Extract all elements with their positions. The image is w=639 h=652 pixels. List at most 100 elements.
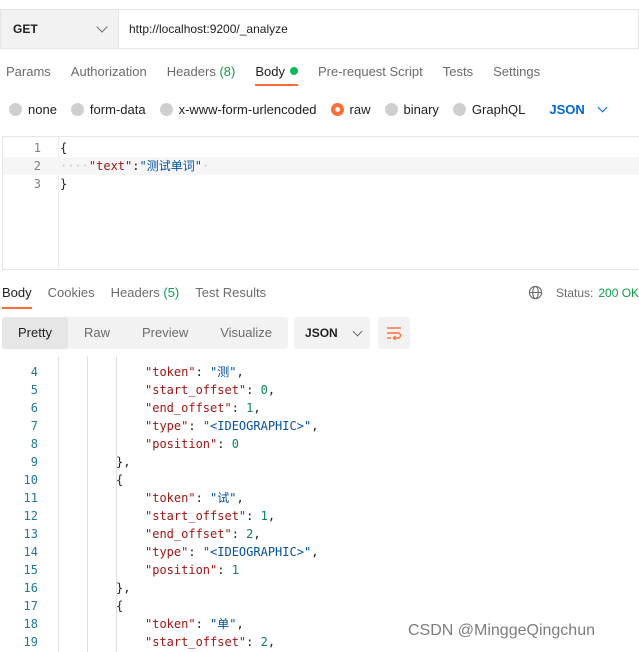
- json-comma: ,: [253, 527, 261, 541]
- json-key: "start_offset": [145, 509, 247, 523]
- response-format-select[interactable]: JSON: [294, 317, 371, 349]
- radio-circle: [330, 102, 344, 116]
- tab-headers[interactable]: Headers (8): [167, 62, 236, 86]
- chevron-down-icon: [597, 102, 608, 112]
- method-label: GET: [13, 22, 38, 36]
- radio-label: form-data: [89, 101, 146, 117]
- globe-icon[interactable]: [528, 285, 543, 300]
- response-line: 5 "start_offset": 0,: [0, 381, 639, 399]
- line-code: },: [116, 581, 131, 595]
- json-value: "<IDEOGRAPHIC>": [202, 545, 312, 559]
- tab-label: Params: [6, 64, 51, 79]
- line-code: "position": 0: [145, 435, 239, 453]
- body-type-options: none form-data x-www-form-urlencoded raw bin…: [0, 98, 608, 120]
- tab-label: Tests: [442, 64, 474, 79]
- response-line: 15 "position": 1: [0, 561, 639, 579]
- line-number: 7: [30, 419, 38, 433]
- json-colon: :: [195, 617, 211, 631]
- line-number: 19: [23, 635, 38, 649]
- json-key: "token": [145, 617, 196, 631]
- response-tab-cookies[interactable]: Cookies: [48, 283, 95, 309]
- line-number: 11: [23, 491, 38, 505]
- tab-authorization[interactable]: Authorization: [71, 62, 147, 86]
- json-value: "测试单词": [139, 159, 202, 173]
- view-raw[interactable]: Raw: [68, 317, 126, 349]
- json-key: "type": [145, 545, 189, 559]
- response-line: 17 {: [0, 597, 639, 615]
- editor-line: 2 ····"text":"测试单词"·: [3, 157, 639, 175]
- response-view-toolbar: Pretty Raw Preview Visualize JSON: [0, 317, 411, 349]
- radio-circle: [9, 102, 22, 116]
- line-code: "position": 1: [145, 561, 239, 579]
- tab-body[interactable]: Body: [255, 62, 298, 86]
- body-format-label: JSON: [549, 101, 585, 117]
- json-value: 1: [231, 563, 239, 577]
- json-colon: :: [195, 365, 211, 379]
- json-colon: :: [231, 401, 247, 415]
- line-code: {: [116, 599, 124, 613]
- editor-line: 1{: [3, 139, 639, 157]
- response-line: 14 "type": "<IDEOGRAPHIC>",: [0, 543, 639, 561]
- radio-form-data[interactable]: form-data: [70, 101, 146, 117]
- response-tab-headers[interactable]: Headers (5): [111, 283, 180, 309]
- tab-params[interactable]: Params: [6, 62, 51, 86]
- radio-raw[interactable]: raw: [330, 101, 371, 117]
- json-comma: ,: [236, 617, 244, 631]
- response-tab-test-results[interactable]: Test Results: [195, 283, 266, 309]
- request-body-editor[interactable]: 1{2 ····"text":"测试单词"· 3}: [2, 136, 639, 270]
- json-colon: :: [246, 383, 261, 397]
- line-number: 8: [30, 437, 38, 451]
- tab-label: Settings: [493, 64, 541, 79]
- line-code: "type": "<IDEOGRAPHIC>",: [145, 543, 318, 561]
- response-line: 8 "position": 0: [0, 435, 639, 453]
- status-code: 200 OK: [598, 285, 639, 300]
- json-colon: :: [195, 491, 211, 505]
- json-key: "start_offset": [145, 383, 247, 397]
- json-value: "测": [210, 365, 237, 379]
- json-comma: ,: [236, 365, 244, 379]
- line-code: },: [116, 455, 131, 469]
- line-code: "token": "试",: [145, 489, 244, 507]
- tab-settings[interactable]: Settings: [493, 62, 540, 86]
- view-visualize[interactable]: Visualize: [204, 317, 288, 349]
- response-tab-body[interactable]: Body: [2, 283, 32, 309]
- line-code: "end_offset": 1,: [145, 399, 261, 417]
- json-colon: :: [217, 563, 232, 577]
- json-colon: :: [217, 437, 232, 451]
- line-number: 17: [23, 599, 38, 613]
- line-code: }: [60, 177, 68, 191]
- line-code: {: [60, 141, 68, 155]
- view-pretty[interactable]: Pretty: [2, 317, 68, 349]
- radio-circle: [384, 102, 398, 116]
- url-input[interactable]: http://localhost:9200/_analyze: [118, 9, 639, 49]
- radio-binary[interactable]: binary: [384, 102, 439, 117]
- line-number: 1: [33, 141, 41, 155]
- json-comma: ,: [267, 383, 276, 397]
- tab-label: Pre-request Script: [317, 64, 423, 79]
- response-line: 13 "end_offset": 2,: [0, 525, 639, 543]
- radio-circle: [70, 102, 84, 116]
- response-line: 6 "end_offset": 1,: [0, 399, 639, 417]
- wrap-lines-button[interactable]: [378, 317, 411, 349]
- radio-x-www-form-urlencoded[interactable]: x-www-form-urlencoded: [159, 101, 317, 117]
- radio-graphql[interactable]: GraphQL: [452, 102, 525, 117]
- json-key: "position": [145, 563, 218, 577]
- watermark: CSDN @MinggeQingchun: [408, 622, 595, 639]
- response-line: 12 "start_offset": 1,: [0, 507, 639, 525]
- radio-circle: [452, 102, 466, 116]
- tab-pre-request-script[interactable]: Pre-request Script: [318, 62, 423, 86]
- body-format-select[interactable]: JSON: [549, 101, 608, 117]
- line-number: 16: [23, 581, 38, 595]
- line-number: 4: [30, 365, 38, 379]
- json-value: 0: [260, 383, 268, 397]
- response-line: 9},: [0, 453, 639, 471]
- radio-label: x-www-form-urlencoded: [178, 101, 317, 117]
- response-body-viewer[interactable]: 4 "token": "测", 5 "start_offset": 0, 6 "end_o…: [0, 356, 639, 652]
- json-comma: ,: [236, 491, 244, 505]
- radio-none[interactable]: none: [9, 102, 57, 117]
- line-number: 14: [23, 545, 38, 559]
- view-preview[interactable]: Preview: [126, 317, 204, 349]
- tab-tests[interactable]: Tests: [443, 62, 473, 86]
- method-select[interactable]: GET: [0, 9, 118, 49]
- radio-label: raw: [349, 101, 371, 117]
